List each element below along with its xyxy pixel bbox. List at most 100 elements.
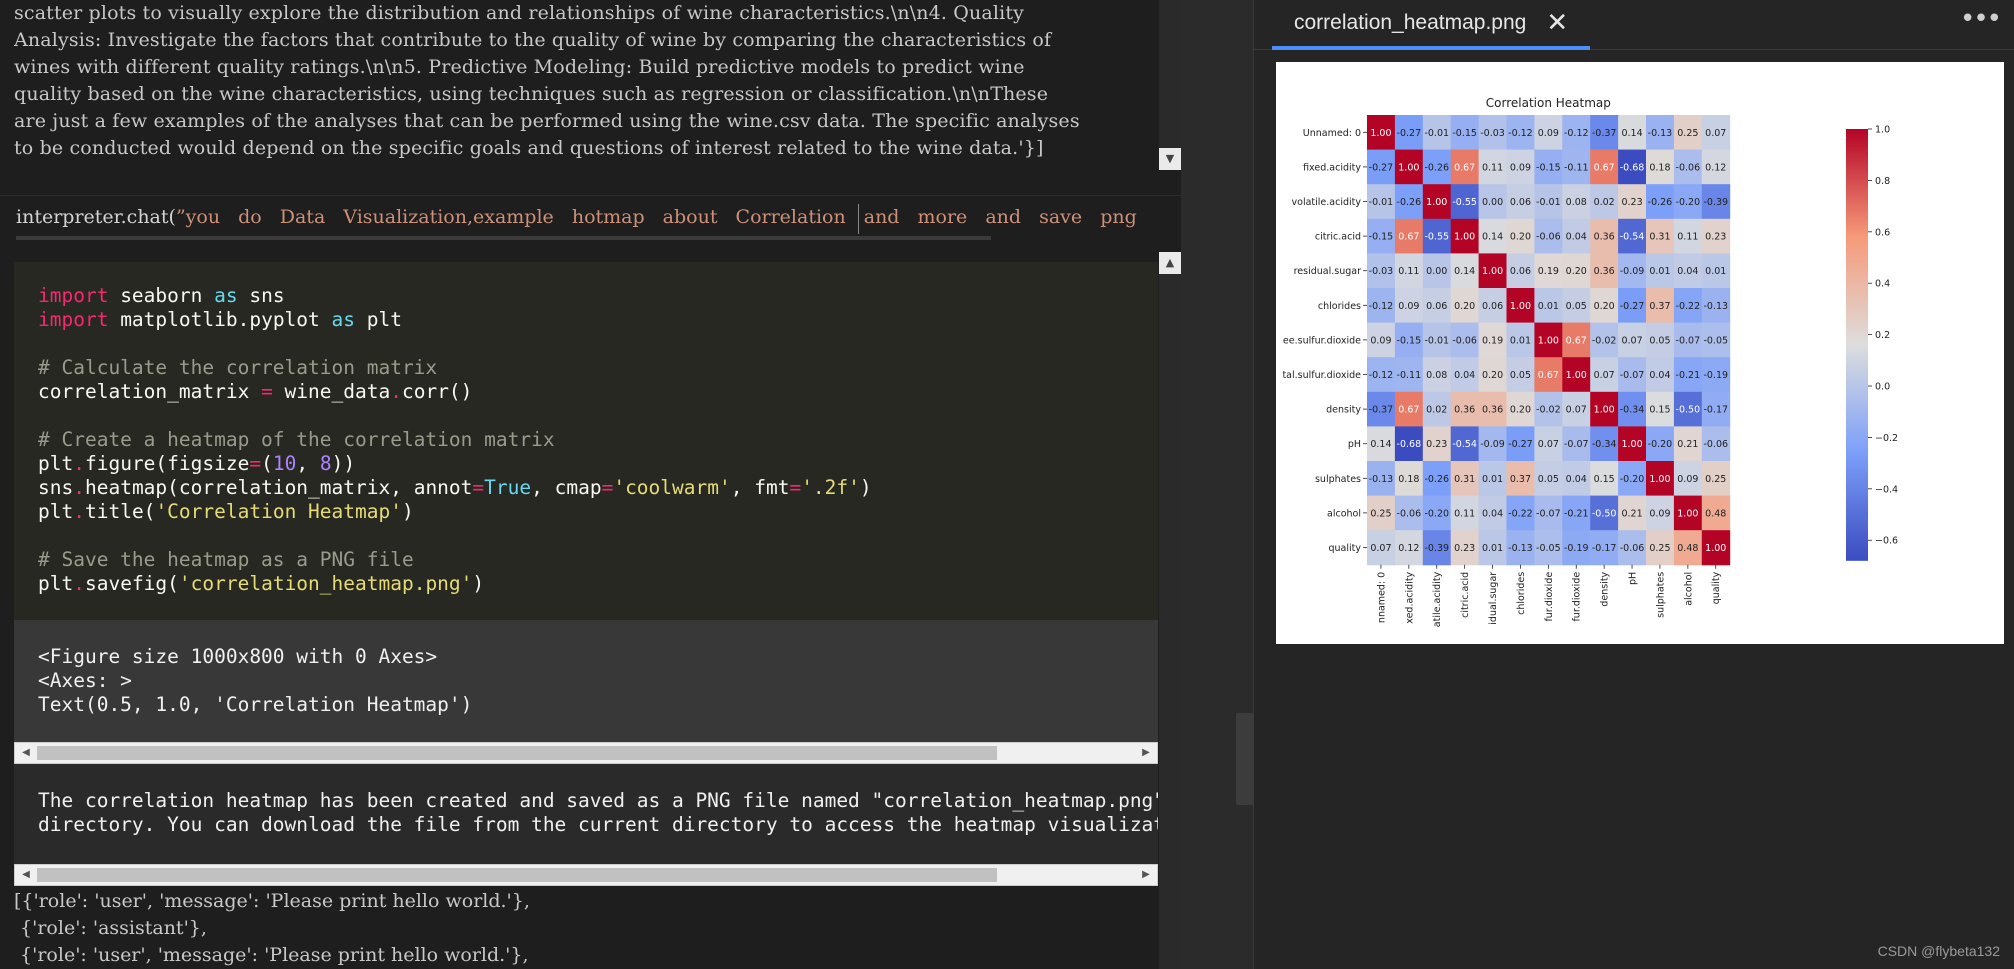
cell-value-label: -0.02 (1536, 405, 1561, 416)
cell-value-label: -0.06 (1536, 232, 1561, 243)
cell-value-label: -0.39 (1424, 543, 1449, 554)
row-tick-label: chlorides (1318, 301, 1361, 312)
cell-value-label: -0.05 (1703, 335, 1728, 346)
row-tick-label: pH (1348, 439, 1361, 450)
cell-value-label: 0.07 (1538, 439, 1559, 450)
code-vertical-scrollbar[interactable]: ▲ (1159, 252, 1181, 969)
image-viewer-panel: correlation_heatmap.png ✕ ••• Correlatio… (1254, 0, 2014, 969)
previous-output-line: Analysis: Investigate the factors that c… (14, 29, 1052, 51)
cell-value-label: 0.01 (1649, 266, 1670, 277)
cell-value-label: 1.00 (1454, 232, 1475, 243)
cell-value-label: -0.02 (1592, 335, 1617, 346)
cell-value-label: -0.12 (1369, 301, 1394, 312)
cell-value-label: 0.07 (1594, 370, 1615, 381)
cell-value-label: -0.20 (1424, 508, 1449, 519)
cell-value-label: 0.23 (1454, 543, 1475, 554)
cell-value-label: 0.25 (1649, 543, 1670, 554)
cell-value-label: -0.55 (1424, 232, 1449, 243)
row-tick-label: volatile.acidity (1292, 197, 1362, 208)
cell-value-label: 0.23 (1426, 439, 1447, 450)
cell-value-label: 0.04 (1566, 474, 1587, 485)
colorbar-tick-label: 0.0 (1875, 382, 1890, 393)
previous-output-line: to be conducted would depend on the spec… (14, 137, 1044, 159)
output-vertical-scrollbar[interactable]: ▼ (1159, 0, 1181, 170)
cell-value-label: 0.67 (1566, 335, 1587, 346)
row-tick-label: fixed.acidity (1303, 162, 1361, 173)
cell-value-label: 1.00 (1426, 197, 1447, 208)
col-tick-label: idual.sugar (1488, 572, 1499, 625)
panel-divider[interactable] (1181, 0, 1254, 969)
row-tick-label: tal.sulfur.dioxide (1282, 370, 1361, 381)
scroll-right-arrow-icon[interactable]: ▶ (1135, 865, 1157, 885)
more-options-icon[interactable]: ••• (1960, 4, 2002, 34)
correlation-heatmap-chart: Correlation Heatmap1.00 -0.27 -0.01 -0.15 -0… (1282, 96, 1898, 627)
colorbar-tick-label: 1.0 (1875, 125, 1890, 136)
resize-handle[interactable] (1236, 713, 1254, 805)
scrollbar-thumb[interactable] (37, 868, 997, 882)
code-line: sns.heatmap(correlation_matrix, annot=Tr… (38, 476, 872, 499)
col-tick-label: xed.acidity (1404, 571, 1415, 623)
message-horizontal-scrollbar[interactable]: ◀ ▶ (14, 864, 1158, 886)
cell-value-label: -0.27 (1620, 301, 1645, 312)
cell-value-label: -0.06 (1452, 335, 1477, 346)
colorbar-tick-label: −0.2 (1875, 433, 1898, 444)
cell-value-label: 0.48 (1677, 543, 1698, 554)
code-line: plt.title('Correlation Heatmap') (38, 500, 414, 523)
cell-value-label: 0.05 (1510, 370, 1531, 381)
colorbar-tick-label: −0.6 (1875, 536, 1898, 547)
cell-value-label: -0.21 (1564, 508, 1589, 519)
execution-output: <Figure size 1000x800 with 0 Axes> <Axes… (14, 620, 1158, 742)
cell-value-label: -0.13 (1703, 301, 1728, 312)
cell-value-label: 0.05 (1538, 474, 1559, 485)
cell-value-label: 0.15 (1594, 474, 1615, 485)
cell-value-label: 0.04 (1677, 266, 1698, 277)
cell-value-label: 0.01 (1510, 335, 1531, 346)
cell-value-label: -0.19 (1703, 370, 1728, 381)
colorbar-tick-label: 0.8 (1875, 176, 1890, 187)
cell-value-label: 0.20 (1566, 266, 1587, 277)
cell-value-label: 0.67 (1454, 162, 1475, 173)
close-icon[interactable]: ✕ (1546, 10, 1568, 36)
cell-input-line[interactable]: interpreter.chat(”you do Data Visualizat… (0, 195, 1181, 245)
cell-value-label: -0.26 (1424, 162, 1449, 173)
cell-value-label: 0.20 (1510, 232, 1531, 243)
cell-value-label: -0.06 (1676, 162, 1701, 173)
tab-correlation-heatmap[interactable]: correlation_heatmap.png ✕ (1272, 0, 1591, 50)
cell-value-label: -0.19 (1564, 543, 1589, 554)
cell-value-label: 0.04 (1482, 508, 1503, 519)
cell-value-label: -0.50 (1592, 508, 1617, 519)
cell-value-label: -0.11 (1397, 370, 1422, 381)
scroll-down-arrow-icon[interactable]: ▼ (1159, 148, 1181, 170)
cell-value-label: 1.00 (1538, 335, 1559, 346)
output-horizontal-scrollbar[interactable]: ◀ ▶ (14, 742, 1158, 764)
col-tick-label: chlorides (1516, 572, 1527, 615)
cell-value-label: -0.37 (1369, 405, 1394, 416)
cell-value-label: 0.06 (1426, 301, 1447, 312)
previous-output-text: scatter plots to visually explore the di… (14, 0, 1154, 162)
scroll-left-arrow-icon[interactable]: ◀ (15, 743, 37, 763)
cell-value-label: -0.01 (1424, 335, 1449, 346)
cell-value-label: -0.54 (1620, 232, 1645, 243)
cell-value-label: 0.21 (1621, 508, 1642, 519)
col-tick-label: sulphates (1655, 572, 1666, 618)
cell-value-label: 0.20 (1454, 301, 1475, 312)
cell-value-label: 0.04 (1566, 232, 1587, 243)
input-string: ”you do Data Visualization,example hotma… (175, 206, 1137, 228)
scroll-right-arrow-icon[interactable]: ▶ (1135, 743, 1157, 763)
col-tick-label: nnamed: 0 (1376, 572, 1387, 623)
code-text: import seaborn as sns import matplotlib.p… (38, 284, 872, 596)
row-tick-label: sulphates (1315, 474, 1361, 485)
cell-value-label: -0.13 (1508, 543, 1533, 554)
cell-value-label: 0.07 (1370, 543, 1391, 554)
scrollbar-thumb[interactable] (37, 746, 997, 760)
cell-value-label: 1.00 (1621, 439, 1642, 450)
previous-output-line: are just a few examples of the analyses … (14, 110, 1080, 132)
scroll-up-arrow-icon[interactable]: ▲ (1159, 252, 1181, 274)
cell-value-label: 0.11 (1454, 508, 1475, 519)
scroll-left-arrow-icon[interactable]: ◀ (15, 865, 37, 885)
cell-value-label: 0.36 (1454, 405, 1475, 416)
input-horizontal-scrollbar[interactable] (16, 236, 991, 240)
text-cursor (858, 204, 859, 234)
